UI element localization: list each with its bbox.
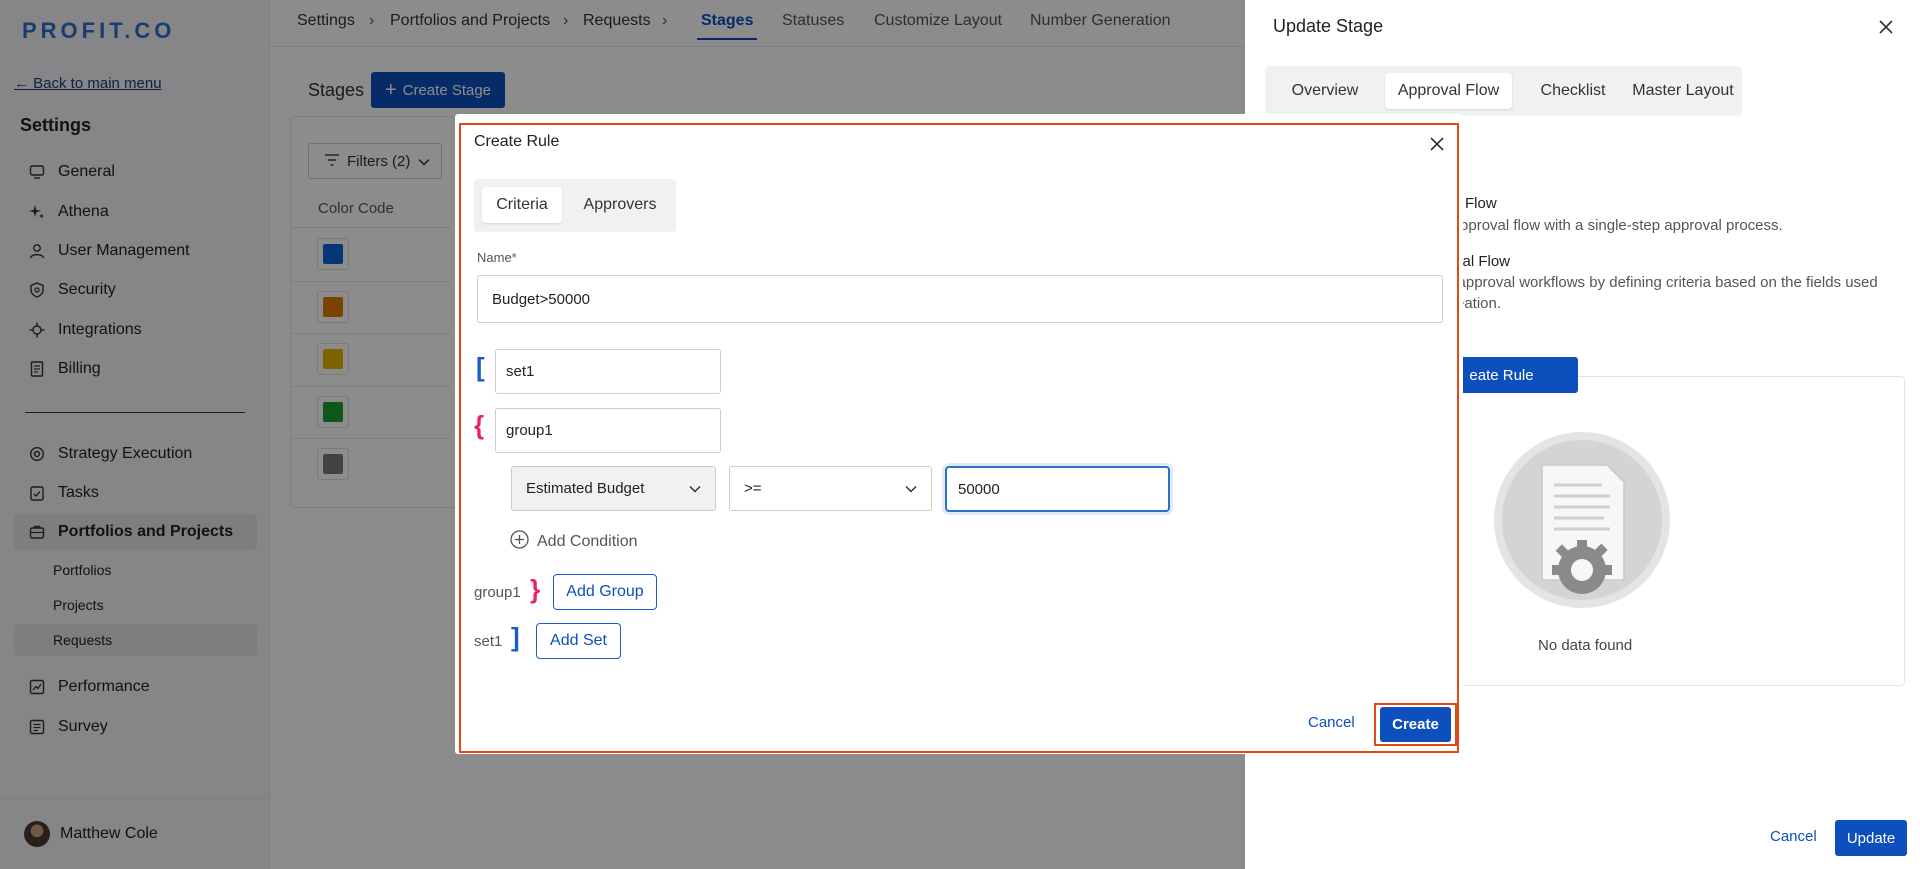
- tab-criteria[interactable]: Criteria: [482, 187, 562, 223]
- close-icon[interactable]: [1875, 16, 1897, 38]
- plus-circle-icon: [510, 530, 529, 554]
- set-close-bracket-icon: ]: [511, 622, 520, 652]
- modal-title: Create Rule: [474, 133, 560, 150]
- empty-state-illustration: [1492, 430, 1672, 610]
- approval-option-description: c approval flow with a single-step appro…: [1440, 217, 1783, 234]
- set-name-input[interactable]: [495, 349, 721, 394]
- group-closing-label: group1: [474, 584, 521, 601]
- tab-checklist[interactable]: Checklist: [1520, 73, 1626, 109]
- chevron-down-icon: [689, 480, 701, 497]
- add-group-button[interactable]: Add Group: [553, 574, 657, 610]
- add-condition-button[interactable]: Add Condition: [510, 530, 638, 554]
- group-open-brace-icon: {: [474, 410, 485, 440]
- condition-operator-value: >=: [744, 480, 762, 497]
- chevron-down-icon: [905, 480, 917, 497]
- rule-name-input[interactable]: [477, 275, 1443, 323]
- group-name-input[interactable]: [495, 408, 721, 453]
- condition-field-select[interactable]: Estimated Budget: [511, 466, 716, 511]
- add-condition-label: Add Condition: [537, 533, 638, 550]
- name-field-label: Name*: [477, 250, 517, 265]
- modal-cancel-button[interactable]: Cancel: [1308, 714, 1355, 731]
- create-button[interactable]: Create: [1380, 707, 1451, 742]
- tab-overview[interactable]: Overview: [1273, 73, 1377, 109]
- drawer-cancel-button[interactable]: Cancel: [1770, 828, 1817, 845]
- group-close-brace-icon: }: [530, 574, 541, 604]
- set-open-bracket-icon: [: [476, 352, 485, 382]
- tab-approval-flow[interactable]: Approval Flow: [1385, 73, 1512, 109]
- condition-operator-select[interactable]: >=: [729, 466, 932, 511]
- update-button[interactable]: Update: [1835, 820, 1907, 856]
- close-icon[interactable]: [1428, 135, 1446, 153]
- empty-state-text: No data found: [1538, 637, 1633, 654]
- approval-option-title: val Flow: [1455, 253, 1511, 270]
- set-closing-label: set1: [474, 633, 503, 650]
- tab-approvers[interactable]: Approvers: [570, 187, 670, 223]
- drawer-title: Update Stage: [1273, 16, 1384, 36]
- approval-option-description: n approval workflows by defining criteri…: [1445, 274, 1878, 291]
- approval-option-title: Flow: [1465, 195, 1497, 212]
- drawer-tab-bar: Overview Approval Flow Checklist Master …: [1265, 66, 1742, 116]
- condition-field-value: Estimated Budget: [526, 480, 645, 497]
- add-set-button[interactable]: Add Set: [536, 623, 621, 659]
- tab-master-layout[interactable]: Master Layout: [1630, 73, 1736, 109]
- modal-tab-bar: Criteria Approvers: [474, 179, 676, 232]
- condition-value-input[interactable]: [945, 466, 1170, 512]
- approval-option-description: reation.: [1451, 295, 1502, 312]
